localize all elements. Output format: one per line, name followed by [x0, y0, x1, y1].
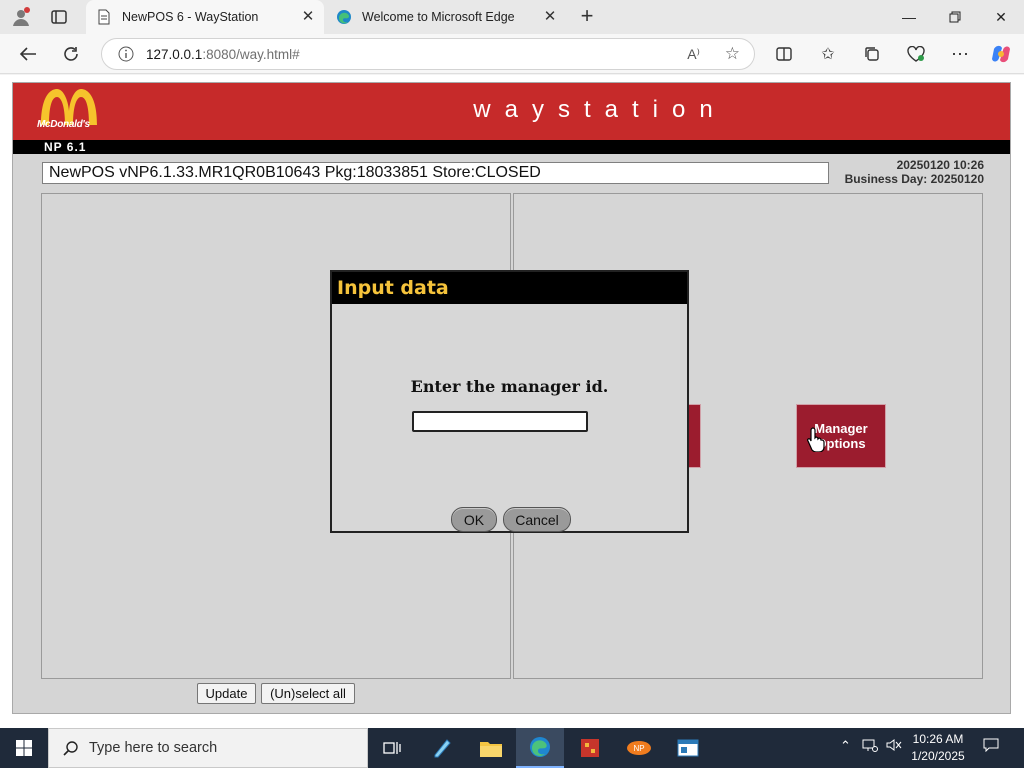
app-title: waystation — [473, 96, 727, 123]
browser-toolbar: 127.0.0.1:8080/way.html# A⁾ ☆ ✩ ⋯ — [0, 34, 1024, 74]
newpos-app-icon[interactable]: NP — [615, 728, 663, 768]
search-icon — [63, 740, 79, 756]
status-line: NewPOS vNP6.1.33.MR1QR0B10643 Pkg:180338… — [42, 162, 829, 184]
close-tab-icon[interactable]: ✕ — [542, 9, 558, 25]
clock-date: 1/20/2025 — [911, 749, 965, 763]
new-tab-icon[interactable]: + — [576, 5, 598, 28]
minimize-icon[interactable]: — — [886, 0, 932, 34]
tab-strip: NewPOS 6 - WayStation ✕ Welcome to Micro… — [0, 0, 1024, 34]
current-datetime: 20250120 10:26 — [896, 158, 984, 172]
start-windows-icon[interactable] — [0, 728, 48, 768]
url-path: :8080/way.html# — [202, 46, 300, 62]
url-host: 127.0.0.1 — [146, 46, 203, 62]
favorites-icon[interactable]: ✩ — [813, 39, 843, 69]
refresh-icon[interactable] — [56, 39, 86, 69]
more-options-icon[interactable]: ⋯ — [945, 39, 975, 69]
input-dialog: Input data Enter the manager id. OK Canc… — [330, 270, 689, 533]
dialog-prompt: Enter the manager id. — [410, 377, 609, 396]
back-icon[interactable] — [13, 39, 43, 69]
close-window-icon[interactable]: ✕ — [978, 0, 1024, 34]
notifications-icon[interactable] — [983, 738, 999, 755]
mcdonalds-logo: McDonald's — [35, 85, 113, 139]
edge-taskbar-icon[interactable] — [516, 728, 564, 768]
tab-actions-icon[interactable] — [48, 8, 70, 26]
collections-icon[interactable] — [857, 39, 887, 69]
version-bar: NP 6.1 — [13, 140, 1010, 154]
page-icon — [96, 9, 112, 25]
tab-newpos[interactable]: NewPOS 6 - WayStation ✕ — [86, 0, 324, 34]
taskbar-search[interactable]: Type here to search — [48, 728, 368, 768]
tab-edge-welcome[interactable]: Welcome to Microsoft Edge ✕ — [326, 0, 566, 34]
clock-time: 10:26 AM — [912, 732, 964, 746]
clock[interactable]: 10:26 AM 1/20/2025 — [900, 731, 976, 765]
browser-essentials-icon[interactable] — [901, 39, 931, 69]
app-pen-icon[interactable] — [418, 728, 466, 768]
profile-icon[interactable] — [8, 5, 34, 29]
business-day: Business Day: 20250120 — [844, 172, 984, 186]
tray-chevron-up-icon[interactable]: ⌃ — [840, 738, 851, 754]
manager-id-input[interactable] — [412, 411, 588, 432]
favorite-star-icon[interactable]: ☆ — [725, 44, 740, 64]
svg-text:NP: NP — [633, 744, 644, 753]
datetime-display: 20250120 10:26 Business Day: 20250120 — [832, 158, 984, 186]
split-screen-icon[interactable] — [769, 39, 799, 69]
network-icon[interactable] — [862, 738, 878, 755]
tab-title: Welcome to Microsoft Edge — [362, 10, 515, 24]
file-explorer-icon[interactable] — [467, 728, 515, 768]
edge-icon — [336, 9, 352, 25]
restore-icon[interactable] — [932, 0, 978, 34]
task-view-icon[interactable] — [368, 728, 416, 768]
unselect-all-button[interactable]: (Un)select all — [261, 683, 355, 704]
info-icon[interactable] — [118, 46, 134, 62]
update-button[interactable]: Update — [197, 683, 256, 704]
read-aloud-icon[interactable]: A⁾ — [687, 46, 700, 63]
tab-title: NewPOS 6 - WayStation — [122, 10, 259, 24]
logo-wordmark: McDonald's — [37, 119, 90, 130]
window-app-icon[interactable] — [664, 728, 712, 768]
pointer-cursor-icon — [807, 426, 825, 453]
copilot-icon[interactable] — [986, 39, 1016, 69]
address-bar[interactable]: 127.0.0.1:8080/way.html# A⁾ ☆ — [101, 38, 755, 70]
close-tab-icon[interactable]: ✕ — [300, 9, 316, 25]
dialog-title: Input data — [332, 272, 687, 304]
puzzle-app-icon[interactable] — [566, 728, 614, 768]
cancel-button[interactable]: Cancel — [503, 507, 571, 532]
ok-button[interactable]: OK — [451, 507, 497, 532]
search-placeholder: Type here to search — [89, 740, 218, 756]
